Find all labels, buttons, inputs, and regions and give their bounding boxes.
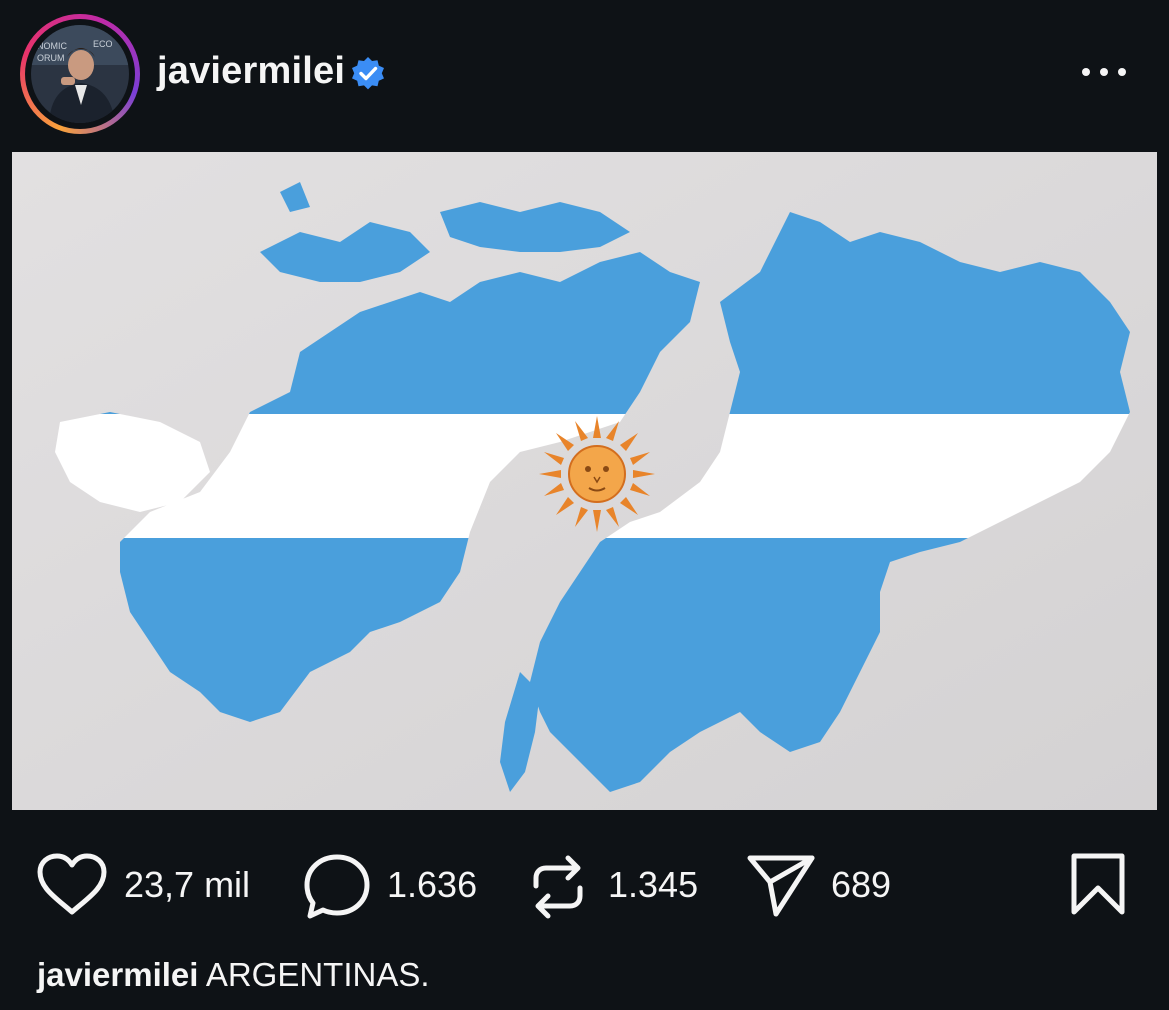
post-screen: NOMIC ECO ORUM javiermilei 23,7 mil 1.63… <box>0 0 1169 1010</box>
bookmark-icon <box>1071 853 1125 915</box>
share-button[interactable] <box>746 852 816 922</box>
svg-text:ORUM: ORUM <box>37 53 65 63</box>
send-icon <box>747 855 815 917</box>
malvinas-flag-map-image <box>0 152 1169 810</box>
avatar[interactable]: NOMIC ECO ORUM <box>31 25 129 123</box>
post-image[interactable] <box>0 152 1169 810</box>
share-count: 689 <box>831 864 892 905</box>
repost-count: 1.345 <box>608 864 699 905</box>
post-caption: javiermilei ARGENTINAS. <box>37 956 430 994</box>
repost-button[interactable] <box>526 852 590 922</box>
sun-of-may-icon <box>539 416 655 532</box>
comment-count: 1.636 <box>387 864 478 905</box>
like-button[interactable] <box>36 852 108 922</box>
heart-icon <box>37 853 107 915</box>
caption-text: ARGENTINAS. <box>205 956 430 993</box>
story-ring[interactable]: NOMIC ECO ORUM <box>20 14 140 134</box>
svg-text:ECO: ECO <box>93 39 113 49</box>
post-actions: 23,7 mil 1.636 1.345 689 <box>0 812 1169 952</box>
more-options-icon[interactable] <box>1074 52 1134 92</box>
caption-username[interactable]: javiermilei <box>37 956 198 993</box>
avatar-photo: NOMIC ECO ORUM <box>31 25 129 123</box>
verified-badge-icon <box>352 57 384 90</box>
svg-text:NOMIC: NOMIC <box>37 41 67 51</box>
comment-icon <box>304 854 370 919</box>
like-count: 23,7 mil <box>124 864 251 905</box>
repost-icon <box>533 855 583 919</box>
post-header: NOMIC ECO ORUM javiermilei <box>0 0 1169 152</box>
save-button[interactable] <box>1070 852 1126 922</box>
username[interactable]: javiermilei <box>157 50 345 93</box>
comment-button[interactable] <box>302 852 372 922</box>
